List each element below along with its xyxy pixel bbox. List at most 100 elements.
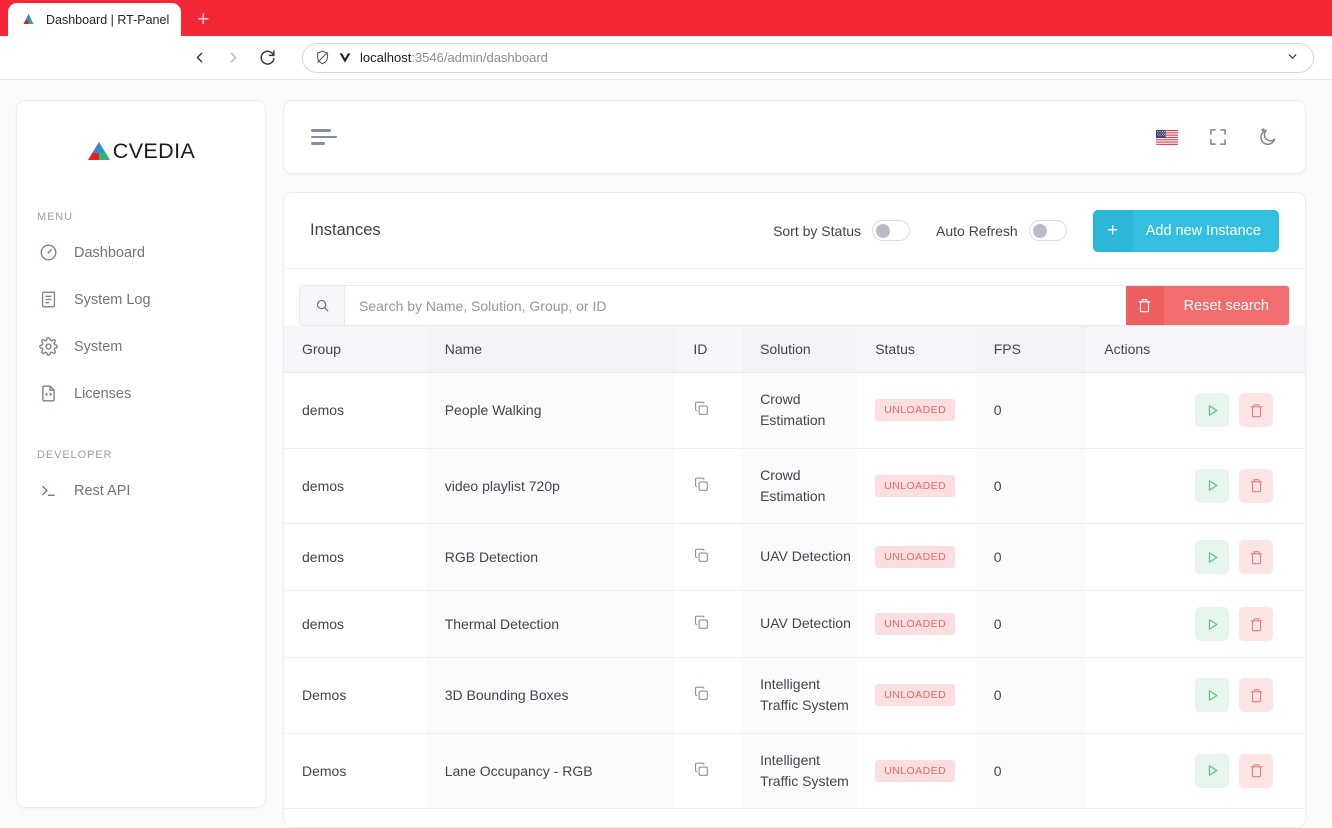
reset-search-button[interactable]: Reset search: [1125, 286, 1289, 325]
gauge-icon: [39, 243, 58, 262]
table-body: demos People Walking Crowd Estimation UN…: [284, 372, 1305, 810]
auto-refresh-toggle[interactable]: [1028, 220, 1067, 241]
favicon-icon: [20, 11, 37, 28]
search-icon: [300, 286, 345, 325]
forward-arrow-icon[interactable]: [216, 41, 250, 75]
reload-icon[interactable]: [250, 41, 284, 75]
instances-panel: Instances Sort by Status Auto Refresh + …: [283, 192, 1306, 828]
trash-icon[interactable]: [1239, 540, 1273, 575]
cell-group: demos: [284, 372, 427, 449]
cell-actions: [1086, 733, 1305, 810]
copy-icon[interactable]: [693, 400, 710, 420]
trash-icon: [1125, 286, 1164, 325]
copy-icon[interactable]: [693, 685, 710, 705]
add-new-instance-button[interactable]: + Add new Instance: [1092, 209, 1279, 252]
trash-icon[interactable]: [1239, 753, 1273, 788]
trash-icon[interactable]: [1239, 468, 1273, 503]
trash-icon[interactable]: [1239, 607, 1273, 642]
status-badge: UNLOADED: [875, 613, 956, 636]
play-icon[interactable]: [1195, 468, 1229, 503]
play-icon[interactable]: [1195, 678, 1229, 713]
cell-name: Lane Occupancy - RGB: [426, 733, 676, 810]
table-row[interactable]: demos People Walking Crowd Estimation UN…: [284, 372, 1305, 449]
copy-icon[interactable]: [693, 614, 710, 634]
main-content: Instances Sort by Status Auto Refresh + …: [266, 100, 1306, 828]
browser-tabstrip: Dashboard | RT-Panel +: [0, 0, 1332, 36]
auto-refresh-label: Auto Refresh: [936, 222, 1018, 239]
new-tab-button[interactable]: +: [188, 4, 218, 34]
url-path: :3546/admin/dashboard: [411, 50, 548, 65]
sidebar-item-licenses[interactable]: Licenses: [17, 370, 265, 417]
sort-by-status-toggle[interactable]: [872, 220, 910, 241]
cell-solution: Intelligent Traffic System: [742, 657, 858, 734]
cell-fps: 0: [975, 448, 1087, 525]
cell-group: Demos: [284, 733, 427, 810]
column-header-fps[interactable]: FPS: [975, 326, 1087, 373]
sidebar-item-label: Rest API: [74, 482, 131, 499]
cell-name: RGB Detection: [426, 523, 676, 592]
cell-actions: [1086, 523, 1305, 592]
sort-by-status-group: Sort by Status: [773, 220, 910, 241]
copy-icon[interactable]: [693, 547, 710, 567]
play-icon[interactable]: [1195, 607, 1229, 642]
table-row[interactable]: Demos Lane Occupancy - RGB Intelligent T…: [284, 733, 1305, 810]
trash-icon[interactable]: [1239, 393, 1273, 428]
dark-mode-moon-icon[interactable]: [1258, 127, 1278, 147]
column-header-id[interactable]: ID: [675, 326, 743, 373]
play-icon[interactable]: [1195, 753, 1229, 788]
column-header-status[interactable]: Status: [857, 326, 976, 373]
trash-icon[interactable]: [1239, 678, 1273, 713]
cell-name: video playlist 720p: [426, 448, 676, 525]
sidebar-item-rest-api[interactable]: Rest API: [17, 467, 265, 514]
hamburger-menu-icon[interactable]: [311, 129, 337, 145]
cell-id: [675, 448, 743, 525]
sidebar-item-system-log[interactable]: System Log: [17, 276, 265, 323]
table-row[interactable]: demos video playlist 720p Crowd Estimati…: [284, 448, 1305, 525]
topbar-actions: [1156, 127, 1278, 147]
cell-fps: 0: [975, 733, 1087, 810]
play-icon[interactable]: [1195, 393, 1229, 428]
sidebar-item-system[interactable]: System: [17, 323, 265, 370]
cell-status: UNLOADED: [857, 733, 976, 810]
cell-actions: [1086, 657, 1305, 734]
fullscreen-icon[interactable]: [1208, 127, 1228, 147]
chevron-down-icon[interactable]: [1286, 50, 1307, 66]
search-input[interactable]: [345, 286, 1126, 325]
status-badge: UNLOADED: [875, 546, 956, 569]
cell-solution: UAV Detection: [742, 523, 858, 592]
cell-group: demos: [284, 590, 427, 659]
search-row: Reset search: [299, 285, 1290, 326]
column-header-solution[interactable]: Solution: [742, 326, 858, 373]
v-shield-icon[interactable]: [338, 51, 352, 65]
cell-id: [675, 657, 743, 734]
sidebar-item-dashboard[interactable]: Dashboard: [17, 229, 265, 276]
reset-search-label: Reset search: [1183, 297, 1269, 314]
copy-icon[interactable]: [693, 476, 710, 496]
play-icon[interactable]: [1195, 540, 1229, 575]
sidebar-item-label: Licenses: [74, 385, 132, 402]
table-row[interactable]: Demos 3D Bounding Boxes Intelligent Traf…: [284, 657, 1305, 734]
cell-name: 3D Bounding Boxes: [426, 657, 676, 734]
table-row[interactable]: demos Thermal Detection UAV Detection UN…: [284, 590, 1305, 659]
table-row[interactable]: demos RGB Detection UAV Detection UNLOAD…: [284, 523, 1305, 592]
cell-status: UNLOADED: [857, 657, 976, 734]
back-arrow-icon[interactable]: [182, 41, 216, 75]
column-header-group[interactable]: Group: [284, 326, 427, 373]
gear-icon: [39, 337, 58, 356]
copy-icon[interactable]: [693, 761, 710, 781]
url-bar[interactable]: localhost:3546/admin/dashboard: [302, 42, 1314, 73]
cell-solution: Crowd Estimation: [742, 448, 858, 525]
column-header-name[interactable]: Name: [426, 326, 676, 373]
status-badge: UNLOADED: [875, 474, 956, 497]
cvedia-logo-icon: [87, 141, 111, 161]
sidebar-item-label: System Log: [74, 291, 151, 308]
app-page: CVEDIA MENU Dashboard System Log System: [0, 80, 1332, 828]
plus-icon: +: [1092, 209, 1133, 252]
table-header: Group Name ID Solution Status FPS Action…: [284, 326, 1305, 373]
shield-off-icon[interactable]: [315, 50, 330, 65]
cell-status: UNLOADED: [857, 448, 976, 525]
browser-tab[interactable]: Dashboard | RT-Panel: [8, 3, 182, 36]
app-logo[interactable]: CVEDIA: [17, 123, 265, 179]
us-flag-icon[interactable]: [1156, 129, 1178, 145]
browser-tab-title: Dashboard | RT-Panel: [46, 12, 170, 27]
